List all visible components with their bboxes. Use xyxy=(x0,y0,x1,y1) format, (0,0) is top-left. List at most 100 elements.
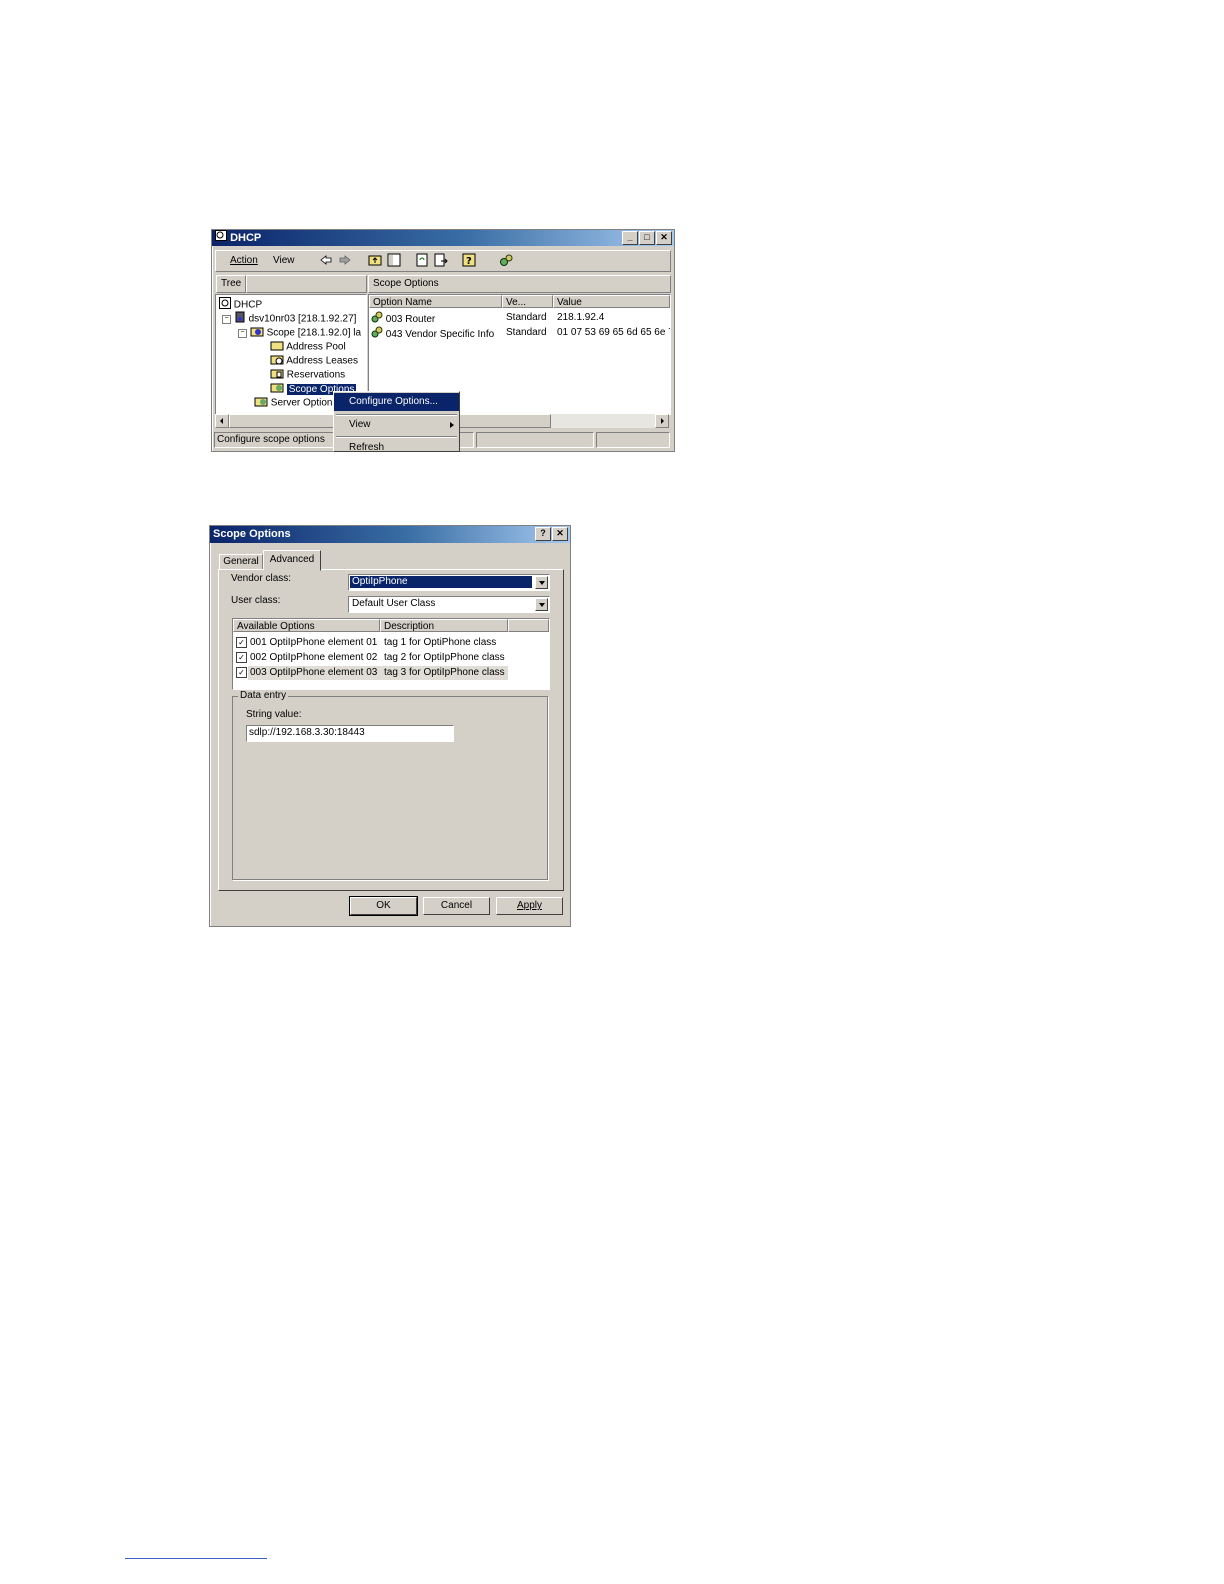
option-gear-icon xyxy=(371,326,383,343)
minimize-button[interactable]: _ xyxy=(622,231,638,245)
col-description-label: Description xyxy=(384,621,435,632)
help-button[interactable]: ? xyxy=(535,527,551,541)
tree-label-server: dsv10nr03 [218.1.92.27] xyxy=(248,313,357,325)
options-gear-icon[interactable] xyxy=(499,253,513,270)
dialog-close-button[interactable]: ✕ xyxy=(552,527,568,541)
tree-label-address-pool: Address Pool xyxy=(286,341,346,353)
scope-options-panel-header: Scope Options xyxy=(368,275,671,293)
tab-advanced[interactable]: Advanced xyxy=(263,550,321,571)
column-header-available-options[interactable]: Available Options xyxy=(233,619,380,632)
column-header-description[interactable]: Description xyxy=(380,619,508,632)
vendor-class-dropdown[interactable]: OptiIpPhone xyxy=(348,574,550,591)
menu-label-view: View xyxy=(349,419,371,430)
user-class-label: User class: xyxy=(231,595,281,606)
cancel-label: Cancel xyxy=(440,900,473,911)
row-name: 003 Router xyxy=(385,314,436,326)
user-class-value: Default User Class xyxy=(352,598,436,609)
table-row[interactable]: ✓ 003 OptiIpPhone element 03 xyxy=(236,666,377,680)
option-name: 003 OptiIpPhone element 03 xyxy=(250,667,378,678)
server-options-folder-icon xyxy=(254,395,268,411)
scroll-left-button[interactable] xyxy=(215,414,229,428)
tree-tab-label: Tree xyxy=(221,278,242,289)
list-row-vendor: Standard xyxy=(506,327,547,338)
list-row[interactable]: 043 Vendor Specific Info xyxy=(371,326,494,343)
column-header-vendor[interactable]: Ve... xyxy=(502,295,553,308)
up-folder-icon[interactable] xyxy=(368,253,382,270)
refresh-icon[interactable] xyxy=(415,253,429,270)
checkbox-checked[interactable]: ✓ xyxy=(236,636,247,648)
footnote-rule xyxy=(125,1558,267,1559)
vendor-class-value: OptiIpPhone xyxy=(350,576,532,588)
forward-icon[interactable] xyxy=(339,254,351,269)
status-pane-2 xyxy=(476,432,594,448)
column-header-value[interactable]: Value xyxy=(553,295,670,308)
help-icon[interactable]: ? xyxy=(462,253,476,270)
data-entry-group xyxy=(232,696,548,880)
submenu-arrow-icon xyxy=(450,422,454,428)
close-button[interactable]: ✕ xyxy=(656,231,672,245)
dhcp-title: DHCP xyxy=(230,232,262,244)
col-available-label: Available Options xyxy=(237,621,315,632)
menu-separator xyxy=(336,436,457,438)
col-vendor-label: Ve... xyxy=(506,297,527,308)
dhcp-toolbar: Action View ? xyxy=(215,250,671,272)
maximize-button[interactable]: □ xyxy=(639,231,655,245)
string-value-input[interactable]: sdlp://192.168.3.30:18443 xyxy=(246,725,454,742)
table-row[interactable]: ✓ 001 OptiIpPhone element 01 xyxy=(236,636,377,650)
tree-label-server-options: Server Options xyxy=(270,397,338,409)
ok-label: OK xyxy=(376,900,391,911)
menu-item-view[interactable]: View xyxy=(334,416,459,434)
chevron-down-icon[interactable] xyxy=(535,598,548,611)
string-value-label: String value: xyxy=(246,709,302,720)
tree-item-server-options[interactable]: Server Options xyxy=(254,395,337,411)
column-header-option-name[interactable]: Option Name xyxy=(369,295,502,308)
dialog-titlebar[interactable]: Scope Options ? ✕ xyxy=(210,526,570,543)
tree-tab-strip xyxy=(246,275,367,293)
col-name-label: Option Name xyxy=(373,297,432,308)
table-row[interactable]: ✓ 002 OptiIpPhone element 02 xyxy=(236,651,377,665)
tree-label-dhcp: DHCP xyxy=(233,299,263,311)
list-row-value: 01 07 53 69 65 6d 65 6e 7 xyxy=(557,327,671,338)
data-entry-label: Data entry xyxy=(238,690,289,701)
user-class-dropdown[interactable]: Default User Class xyxy=(348,596,550,613)
tree-tab[interactable]: Tree xyxy=(216,275,246,293)
menu-label-refresh: Refresh xyxy=(349,442,385,452)
export-list-icon[interactable] xyxy=(434,253,448,270)
menu-label-configure: Configure Options... xyxy=(349,396,438,407)
string-value-text: sdlp://192.168.3.30:18443 xyxy=(249,727,365,738)
list-row-value: 218.1.92.4 xyxy=(557,312,605,323)
dhcp-titlebar[interactable]: DHCP _ □ ✕ xyxy=(212,230,674,246)
tree-label-scope: Scope [218.1.92.0] la xyxy=(266,327,362,339)
ok-button[interactable]: OK xyxy=(349,896,418,916)
status-pane-3 xyxy=(596,432,670,448)
collapse-icon[interactable]: − xyxy=(238,328,247,338)
chevron-down-icon[interactable] xyxy=(535,576,548,589)
checkbox-checked[interactable]: ✓ xyxy=(236,651,247,663)
svg-text:?: ? xyxy=(466,256,472,267)
option-desc: tag 3 for OptiIpPhone class xyxy=(384,667,505,678)
list-row-vendor: Standard xyxy=(506,312,547,323)
status-text: Configure scope options xyxy=(217,434,325,445)
tab-advanced-label: Advanced xyxy=(269,554,315,565)
checkbox-checked[interactable]: ✓ xyxy=(236,666,247,678)
option-name: 001 OptiIpPhone element 01 xyxy=(250,637,378,648)
cancel-button[interactable]: Cancel xyxy=(423,897,490,915)
vendor-class-label: Vendor class: xyxy=(231,573,292,584)
apply-button[interactable]: Apply xyxy=(496,897,563,915)
menu-view[interactable]: View xyxy=(273,255,295,266)
menu-action[interactable]: Action xyxy=(230,255,258,266)
scope-folder-icon xyxy=(250,325,264,341)
option-desc: tag 1 for OptiPhone class xyxy=(384,637,497,648)
back-icon[interactable] xyxy=(320,254,332,269)
collapse-icon[interactable]: − xyxy=(222,314,231,324)
tree-label-address-leases: Address Leases xyxy=(286,355,358,367)
menu-item-configure-options[interactable]: Configure Options... xyxy=(334,393,459,411)
scroll-right-button[interactable] xyxy=(655,414,669,428)
menu-item-refresh[interactable]: Refresh xyxy=(334,439,459,452)
col-value-label: Value xyxy=(557,297,582,308)
show-hide-tree-icon[interactable] xyxy=(387,253,401,270)
context-menu: Configure Options... View Refresh xyxy=(333,391,460,452)
tab-general[interactable]: General xyxy=(219,554,263,570)
column-header-blank xyxy=(508,619,549,632)
tab-general-label: General xyxy=(223,556,259,567)
